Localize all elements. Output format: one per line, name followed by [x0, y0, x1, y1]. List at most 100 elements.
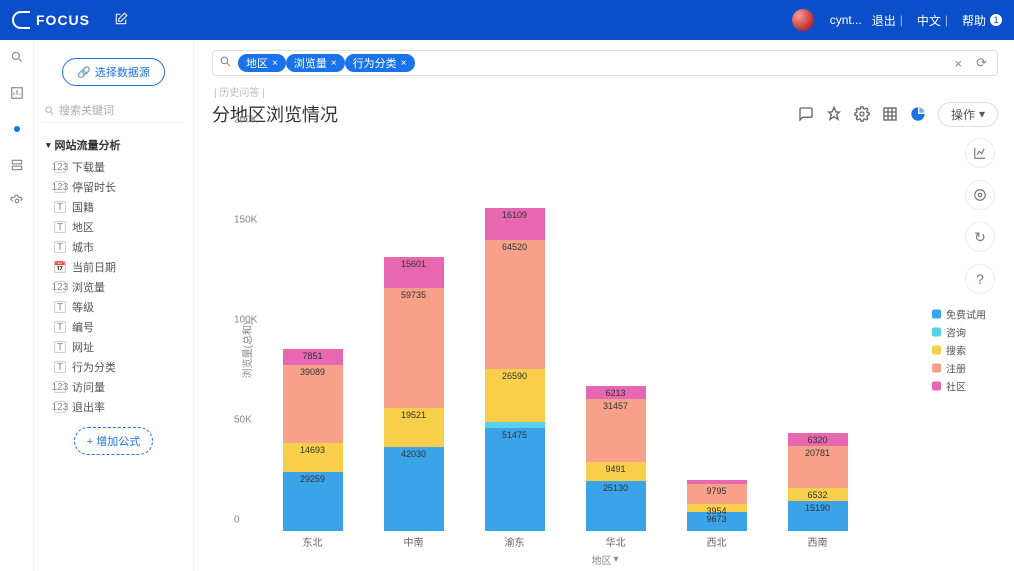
chart-wrap: ↻ ? 浏览量(总和) 2925914693390897851420301952…: [212, 133, 998, 567]
y-tick: 50K: [234, 415, 252, 426]
field-item[interactable]: T城市: [54, 237, 185, 257]
legend-item[interactable]: 社区: [932, 379, 986, 394]
field-item[interactable]: T编号: [54, 317, 185, 337]
rail-chart-icon[interactable]: [8, 84, 26, 102]
bar-segment[interactable]: 16109: [485, 208, 545, 240]
field-type-icon: T: [54, 201, 66, 213]
rail-active-dot[interactable]: [8, 120, 26, 138]
comment-icon[interactable]: [794, 102, 818, 126]
logout-link[interactable]: 退出: [872, 12, 896, 29]
bar-segment[interactable]: 64520: [485, 240, 545, 369]
bar-column[interactable]: 2925914693 39089 7851: [283, 349, 343, 531]
bar-segment[interactable]: [485, 422, 545, 428]
x-tick: 西南: [788, 534, 848, 549]
bar-column[interactable]: 25130 9491 314576213: [586, 386, 646, 531]
legend-item[interactable]: 搜索: [932, 343, 986, 358]
rail-search-icon[interactable]: [8, 48, 26, 66]
refresh-icon[interactable]: ⟳: [972, 55, 991, 71]
legend-item[interactable]: 注册: [932, 361, 986, 376]
search-icon: [219, 55, 232, 71]
bar-segment[interactable]: 29259: [283, 472, 343, 531]
field-item[interactable]: 123退出率: [54, 397, 185, 417]
query-chip[interactable]: 浏览量 ×: [286, 54, 345, 72]
bar-segment[interactable]: 9795: [687, 484, 747, 504]
bar-segment[interactable]: 51475: [485, 428, 545, 531]
edit-icon[interactable]: [114, 12, 128, 29]
query-chip[interactable]: 行为分类 ×: [345, 54, 415, 72]
table-icon[interactable]: [878, 102, 902, 126]
field-item[interactable]: T国籍: [54, 197, 185, 217]
bar-column[interactable]: 42030195215973515601: [384, 257, 444, 531]
x-tick: 华北: [586, 534, 646, 549]
avatar[interactable]: [792, 9, 814, 31]
select-datasource-button[interactable]: 🔗 选择数据源: [62, 58, 165, 86]
chip-remove-icon[interactable]: ×: [331, 58, 337, 69]
bar-segment[interactable]: 7851: [283, 349, 343, 365]
legend-item[interactable]: 咨询: [932, 325, 986, 340]
bar-segment[interactable]: 6532: [788, 488, 848, 501]
field-type-icon: T: [54, 301, 66, 313]
bar-segment[interactable]: 26590: [485, 369, 545, 422]
field-item[interactable]: 123访问量: [54, 377, 185, 397]
bar-segment[interactable]: 42030: [384, 447, 444, 531]
clear-icon[interactable]: ×: [951, 56, 967, 71]
y-axis-label: 浏览量(总和): [239, 322, 254, 379]
bar-segment[interactable]: [687, 480, 747, 484]
bar-segment[interactable]: 19521: [384, 408, 444, 447]
field-search-input[interactable]: 搜索关键词: [42, 98, 185, 123]
field-item[interactable]: T地区: [54, 217, 185, 237]
add-formula-button[interactable]: + 增加公式: [74, 427, 153, 455]
bar-segment[interactable]: 25130: [586, 481, 646, 531]
pin-icon[interactable]: [822, 102, 846, 126]
rail-settings-icon[interactable]: [8, 192, 26, 210]
topbar: FOCUS cynt... 退出 | 中文 | 帮助 1: [0, 0, 1014, 40]
chart-type-icon[interactable]: [906, 102, 930, 126]
bar-segment[interactable]: 20781: [788, 446, 848, 488]
bar-column[interactable]: 967339549795: [687, 480, 747, 531]
lang-link[interactable]: 中文: [917, 12, 941, 29]
data-label: 9491: [605, 464, 625, 474]
legend-label: 咨询: [946, 325, 966, 340]
field-item[interactable]: 123停留时长: [54, 177, 185, 197]
bar-segment[interactable]: 6213: [586, 386, 646, 398]
data-label: 39089: [300, 367, 325, 377]
field-item[interactable]: T网址: [54, 337, 185, 357]
bar-column[interactable]: 51475 265906452016109: [485, 208, 545, 531]
query-chip[interactable]: 地区 ×: [238, 54, 286, 72]
y-tick: 100K: [234, 315, 257, 326]
field-label: 编号: [72, 319, 94, 335]
datasource-tree-title[interactable]: 网站流量分析: [42, 133, 185, 157]
legend-item[interactable]: 免费试用: [932, 307, 986, 322]
chip-remove-icon[interactable]: ×: [401, 58, 407, 69]
bar-segment[interactable]: 9491: [586, 462, 646, 481]
bar-segment[interactable]: 15601: [384, 257, 444, 288]
bar-segment[interactable]: 59735: [384, 288, 444, 407]
gear-icon[interactable]: [850, 102, 874, 126]
field-label: 城市: [72, 239, 94, 255]
brand-logo[interactable]: FOCUS: [12, 11, 90, 29]
field-label: 网址: [72, 339, 94, 355]
help-link[interactable]: 帮助 1: [962, 12, 1002, 29]
operations-button[interactable]: 操作▾: [938, 102, 998, 127]
field-item[interactable]: 123下载量: [54, 157, 185, 177]
bar-segment[interactable]: 15190: [788, 501, 848, 531]
bar-column[interactable]: 151906532 20781 6320: [788, 433, 848, 531]
field-item[interactable]: T行为分类: [54, 357, 185, 377]
field-item[interactable]: 123浏览量: [54, 277, 185, 297]
field-item[interactable]: T等级: [54, 297, 185, 317]
legend-label: 注册: [946, 361, 966, 376]
field-label: 下载量: [72, 159, 105, 175]
username[interactable]: cynt...: [830, 13, 862, 27]
bar-segment[interactable]: 3954: [687, 504, 747, 512]
field-item[interactable]: 📅当前日期: [54, 257, 185, 277]
chart-area: 浏览量(总和) 2925914693 39089 7851 4203019521597…: [212, 133, 998, 567]
bar-segment[interactable]: 6320: [788, 433, 848, 446]
plot[interactable]: 2925914693390897851420301952159735156015…: [262, 133, 868, 531]
bar-segment[interactable]: 39089: [283, 365, 343, 443]
query-searchbar[interactable]: 地区 ×浏览量 ×行为分类 × × ⟳: [212, 50, 998, 76]
bar-segment[interactable]: 31457: [586, 399, 646, 462]
rail-data-icon[interactable]: [8, 156, 26, 174]
data-label: 20781: [805, 448, 830, 458]
chip-remove-icon[interactable]: ×: [272, 58, 278, 69]
bar-segment[interactable]: 14693: [283, 443, 343, 472]
